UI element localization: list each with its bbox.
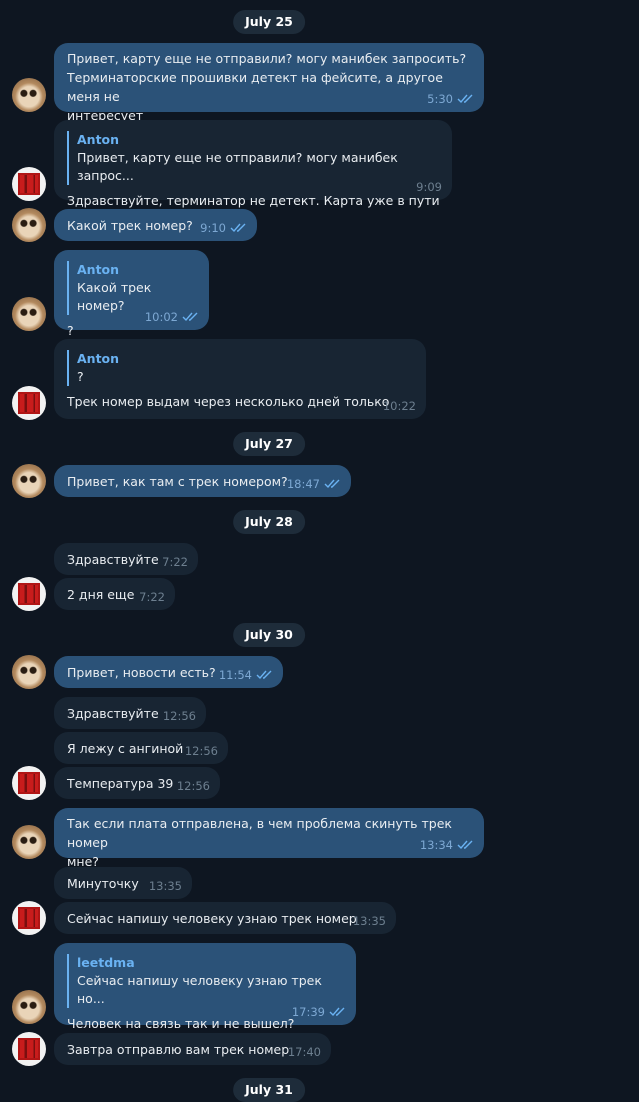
- user-avatar[interactable]: [12, 208, 46, 242]
- message-meta: 17:40: [288, 1045, 321, 1059]
- message-time: 10:22: [382, 399, 416, 413]
- message-bubble[interactable]: Привет, новости есть? 11:54: [54, 656, 283, 688]
- message-bubble[interactable]: Какой трек номер? 9:10: [54, 209, 257, 241]
- seller-avatar[interactable]: [12, 577, 46, 611]
- quote-text: Привет, карту еще не отправили? могу ман…: [77, 150, 398, 183]
- double-check-icon: [457, 840, 473, 850]
- message-text: Привет, карту еще не отправили? могу ман…: [67, 51, 467, 123]
- message-meta: 10:02: [145, 310, 199, 324]
- message-bubble[interactable]: Сейчас напишу человеку узнаю трек номер …: [54, 902, 396, 934]
- quote-text: Сейчас напишу человеку узнаю трек но...: [77, 973, 322, 1006]
- seller-avatar[interactable]: [12, 167, 46, 201]
- date-separator: July 27: [233, 432, 305, 456]
- message-time: 7:22: [139, 590, 165, 604]
- date-separator: July 25: [233, 10, 305, 34]
- double-check-icon: [457, 94, 473, 104]
- message-time: 9:10: [200, 221, 226, 235]
- message-meta: 13:35: [353, 914, 386, 928]
- date-separator: July 31: [233, 1078, 305, 1102]
- message-text: Сейчас напишу человеку узнаю трек номер: [67, 911, 357, 926]
- message-bubble[interactable]: Минуточку 13:35: [54, 867, 192, 899]
- double-check-icon: [324, 479, 340, 489]
- message-meta: 7:22: [139, 590, 165, 604]
- double-check-icon: [182, 312, 198, 322]
- message-bubble[interactable]: Anton Привет, карту еще не отправили? мо…: [54, 120, 452, 208]
- message-time: 13:35: [148, 879, 182, 893]
- message-meta: 7:22: [162, 555, 188, 569]
- user-avatar[interactable]: [12, 825, 46, 859]
- reply-quote[interactable]: leetdma Сейчас напишу человеку узнаю тре…: [67, 954, 344, 1008]
- message-meta: 12:56: [163, 709, 196, 723]
- user-avatar[interactable]: [12, 297, 46, 331]
- seller-avatar[interactable]: [12, 1032, 46, 1066]
- double-check-icon: [329, 1007, 345, 1017]
- user-avatar[interactable]: [12, 78, 46, 112]
- quote-author: Anton: [77, 262, 120, 277]
- date-separator: July 30: [233, 623, 305, 647]
- message-meta: 12:56: [185, 744, 218, 758]
- seller-avatar[interactable]: [12, 386, 46, 420]
- message-bubble[interactable]: 2 дня еще 7:22: [54, 578, 175, 610]
- message-meta: 9:09: [416, 180, 442, 194]
- quote-author: Anton: [77, 351, 120, 366]
- message-time: 17:39: [291, 1005, 325, 1019]
- message-time: 13:35: [352, 914, 386, 928]
- message-time: 10:02: [144, 310, 178, 324]
- message-bubble[interactable]: Привет, как там с трек номером? 18:47: [54, 465, 351, 497]
- message-meta: 11:54: [219, 668, 273, 682]
- message-meta: 13:34: [420, 838, 474, 852]
- double-check-icon: [230, 223, 246, 233]
- seller-avatar[interactable]: [12, 766, 46, 800]
- message-time: 12:56: [184, 744, 218, 758]
- reply-quote[interactable]: Anton Какой трек номер?: [67, 261, 197, 315]
- message-bubble[interactable]: Anton Какой трек номер? ? 10:02: [54, 250, 209, 338]
- quote-author: Anton: [77, 132, 120, 147]
- message-text: Здравствуйте, терминатор не детект. Карт…: [67, 193, 440, 208]
- quote-text: ?: [77, 369, 84, 384]
- message-bubble[interactable]: Так если плата отправлена, в чем проблем…: [54, 808, 484, 869]
- message-time: 17:40: [287, 1045, 321, 1059]
- message-meta: 9:10: [200, 221, 247, 235]
- message-time: 11:54: [218, 668, 252, 682]
- message-bubble[interactable]: Я лежу с ангиной 12:56: [54, 732, 228, 764]
- message-meta: 10:22: [383, 399, 416, 413]
- quote-author: leetdma: [77, 955, 135, 970]
- message-time: 9:09: [416, 180, 442, 194]
- seller-avatar[interactable]: [12, 901, 46, 935]
- message-meta: 17:39: [292, 1005, 346, 1019]
- message-time: 12:56: [162, 709, 196, 723]
- message-time: 12:56: [176, 779, 210, 793]
- reply-quote[interactable]: Anton ?: [67, 350, 414, 386]
- double-check-icon: [256, 670, 272, 680]
- message-meta: 5:30: [427, 92, 474, 106]
- user-avatar[interactable]: [12, 464, 46, 498]
- message-meta: 13:35: [149, 879, 182, 893]
- reply-quote[interactable]: Anton Привет, карту еще не отправили? мо…: [67, 131, 440, 185]
- message-time: 18:47: [286, 477, 320, 491]
- message-bubble[interactable]: Температура 39 12:56: [54, 767, 220, 799]
- message-bubble[interactable]: Привет, карту еще не отправили? могу ман…: [54, 43, 484, 123]
- message-bubble[interactable]: Здравствуйте 7:22: [54, 543, 198, 575]
- message-meta: 12:56: [177, 779, 210, 793]
- message-bubble[interactable]: leetdma Сейчас напишу человеку узнаю тре…: [54, 943, 356, 1031]
- message-bubble[interactable]: Anton ? Трек номер выдам через несколько…: [54, 339, 426, 419]
- message-time: 13:34: [419, 838, 453, 852]
- user-avatar[interactable]: [12, 655, 46, 689]
- message-time: 7:22: [162, 555, 188, 569]
- message-bubble[interactable]: Здравствуйте 12:56: [54, 697, 206, 729]
- message-meta: 18:47: [287, 477, 341, 491]
- date-separator: July 28: [233, 510, 305, 534]
- message-bubble[interactable]: Завтра отправлю вам трек номер 17:40: [54, 1033, 331, 1065]
- message-text: Завтра отправлю вам трек номер: [67, 1042, 290, 1057]
- user-avatar[interactable]: [12, 990, 46, 1024]
- message-text: Трек номер выдам через несколько дней то…: [67, 394, 390, 409]
- message-time: 5:30: [427, 92, 453, 106]
- message-text: Так если плата отправлена, в чем проблем…: [67, 816, 452, 869]
